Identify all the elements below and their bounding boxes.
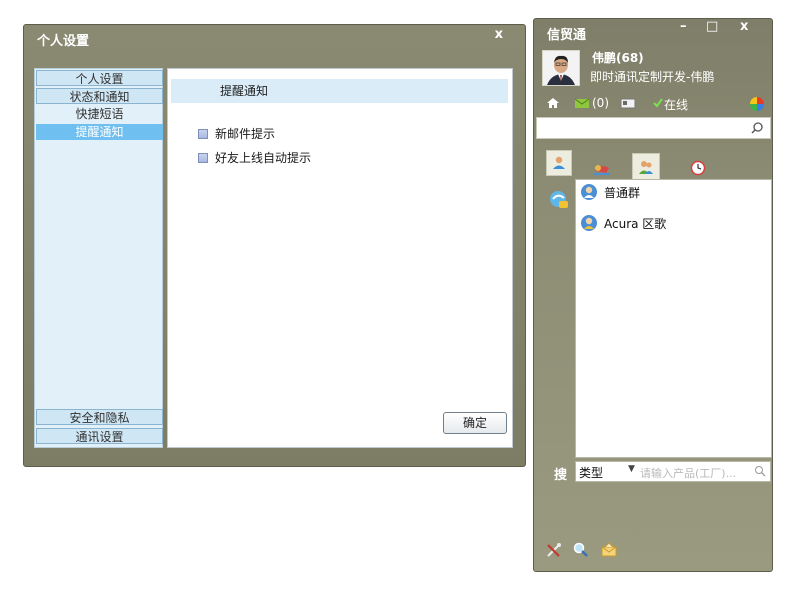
contact-tabs bbox=[534, 150, 772, 181]
group-chat-side-icon[interactable] bbox=[548, 189, 570, 211]
search-icon[interactable] bbox=[750, 121, 764, 138]
mail-icon[interactable] bbox=[574, 96, 590, 113]
online-status[interactable]: 在线 bbox=[664, 96, 688, 113]
tools-icon[interactable] bbox=[545, 541, 563, 562]
group-list: 普通群 Acura 区歌 bbox=[575, 179, 772, 458]
minimize-button[interactable]: – bbox=[680, 19, 687, 34]
contact-search-input[interactable] bbox=[536, 117, 771, 139]
bottom-toolbar bbox=[545, 541, 645, 561]
nav-item-security-privacy[interactable]: 安全和隐私 bbox=[36, 409, 163, 425]
status-bar: (0) 在线 bbox=[546, 96, 768, 112]
nav-item-quick-phrases[interactable]: 快捷短语 bbox=[36, 106, 163, 122]
im-title: 信贸通 bbox=[547, 28, 587, 43]
group-icon bbox=[581, 184, 597, 200]
settings-content: 提醒通知 新邮件提示 好友上线自动提示 确定 bbox=[167, 68, 513, 448]
im-main-window: 信贸通 – □ x 伟鹏(68) 即时通讯定制开发-伟鹏 (0) 在线 普通群 … bbox=[533, 18, 773, 572]
product-search[interactable]: 类型 ▼ 请输入产品(工厂)... bbox=[575, 461, 771, 482]
avatar[interactable] bbox=[542, 50, 580, 86]
recent-tab-icon[interactable] bbox=[686, 156, 710, 180]
new-mail-checkbox[interactable] bbox=[198, 129, 208, 139]
group-tab-icon[interactable] bbox=[632, 153, 660, 181]
mail-count[interactable]: (0) bbox=[592, 96, 609, 110]
friends-tab-icon[interactable] bbox=[590, 156, 614, 180]
settings-dialog: 个人设置 x 个人设置 状态和通知 快捷短语 提醒通知 安全和隐私 通讯设置 提… bbox=[23, 24, 526, 467]
message-icon[interactable] bbox=[600, 541, 618, 562]
user-signature[interactable]: 即时通讯定制开发-伟鹏 bbox=[590, 68, 714, 85]
home-icon[interactable] bbox=[546, 96, 560, 113]
list-item[interactable]: 普通群 bbox=[580, 182, 640, 202]
chevron-down-icon[interactable]: ▼ bbox=[628, 464, 635, 474]
contact-tab-icon[interactable] bbox=[546, 150, 572, 176]
nav-item-communication[interactable]: 通讯设置 bbox=[36, 428, 163, 444]
user-name: 伟鹏(68) bbox=[592, 51, 644, 65]
magnifier-icon[interactable] bbox=[754, 465, 766, 480]
settings-nav: 个人设置 状态和通知 快捷短语 提醒通知 安全和隐私 通讯设置 bbox=[34, 68, 163, 448]
card-icon[interactable] bbox=[620, 96, 636, 113]
type-select[interactable]: 类型 bbox=[579, 464, 603, 481]
option-friend-online[interactable]: 好友上线自动提示 bbox=[198, 150, 311, 166]
list-item[interactable]: Acura 区歌 bbox=[580, 213, 666, 233]
ok-button[interactable]: 确定 bbox=[443, 412, 507, 434]
friend-online-label: 好友上线自动提示 bbox=[215, 151, 312, 165]
nav-item-reminder[interactable]: 提醒通知 bbox=[36, 124, 163, 140]
nav-item-personal-settings[interactable]: 个人设置 bbox=[36, 70, 163, 86]
new-mail-label: 新邮件提示 bbox=[215, 127, 276, 141]
option-new-mail[interactable]: 新邮件提示 bbox=[198, 126, 275, 142]
dialog-title: 个人设置 bbox=[37, 34, 90, 49]
product-search-input[interactable]: 请输入产品(工厂)... bbox=[640, 465, 754, 481]
search-label: 搜 bbox=[554, 468, 568, 483]
color-wheel-icon[interactable] bbox=[749, 96, 765, 115]
dialog-close-button[interactable]: x bbox=[495, 27, 503, 42]
nav-item-status-notify[interactable]: 状态和通知 bbox=[36, 88, 163, 104]
friend-online-checkbox[interactable] bbox=[198, 153, 208, 163]
group-name: 普通群 bbox=[604, 185, 641, 200]
section-title: 提醒通知 bbox=[171, 79, 508, 103]
group-icon bbox=[581, 215, 597, 231]
find-icon[interactable] bbox=[572, 541, 590, 562]
im-close-button[interactable]: x bbox=[740, 19, 748, 34]
group-name: Acura 区歌 bbox=[604, 216, 667, 231]
online-check-icon[interactable] bbox=[652, 96, 664, 113]
maximize-button[interactable]: □ bbox=[706, 19, 718, 34]
